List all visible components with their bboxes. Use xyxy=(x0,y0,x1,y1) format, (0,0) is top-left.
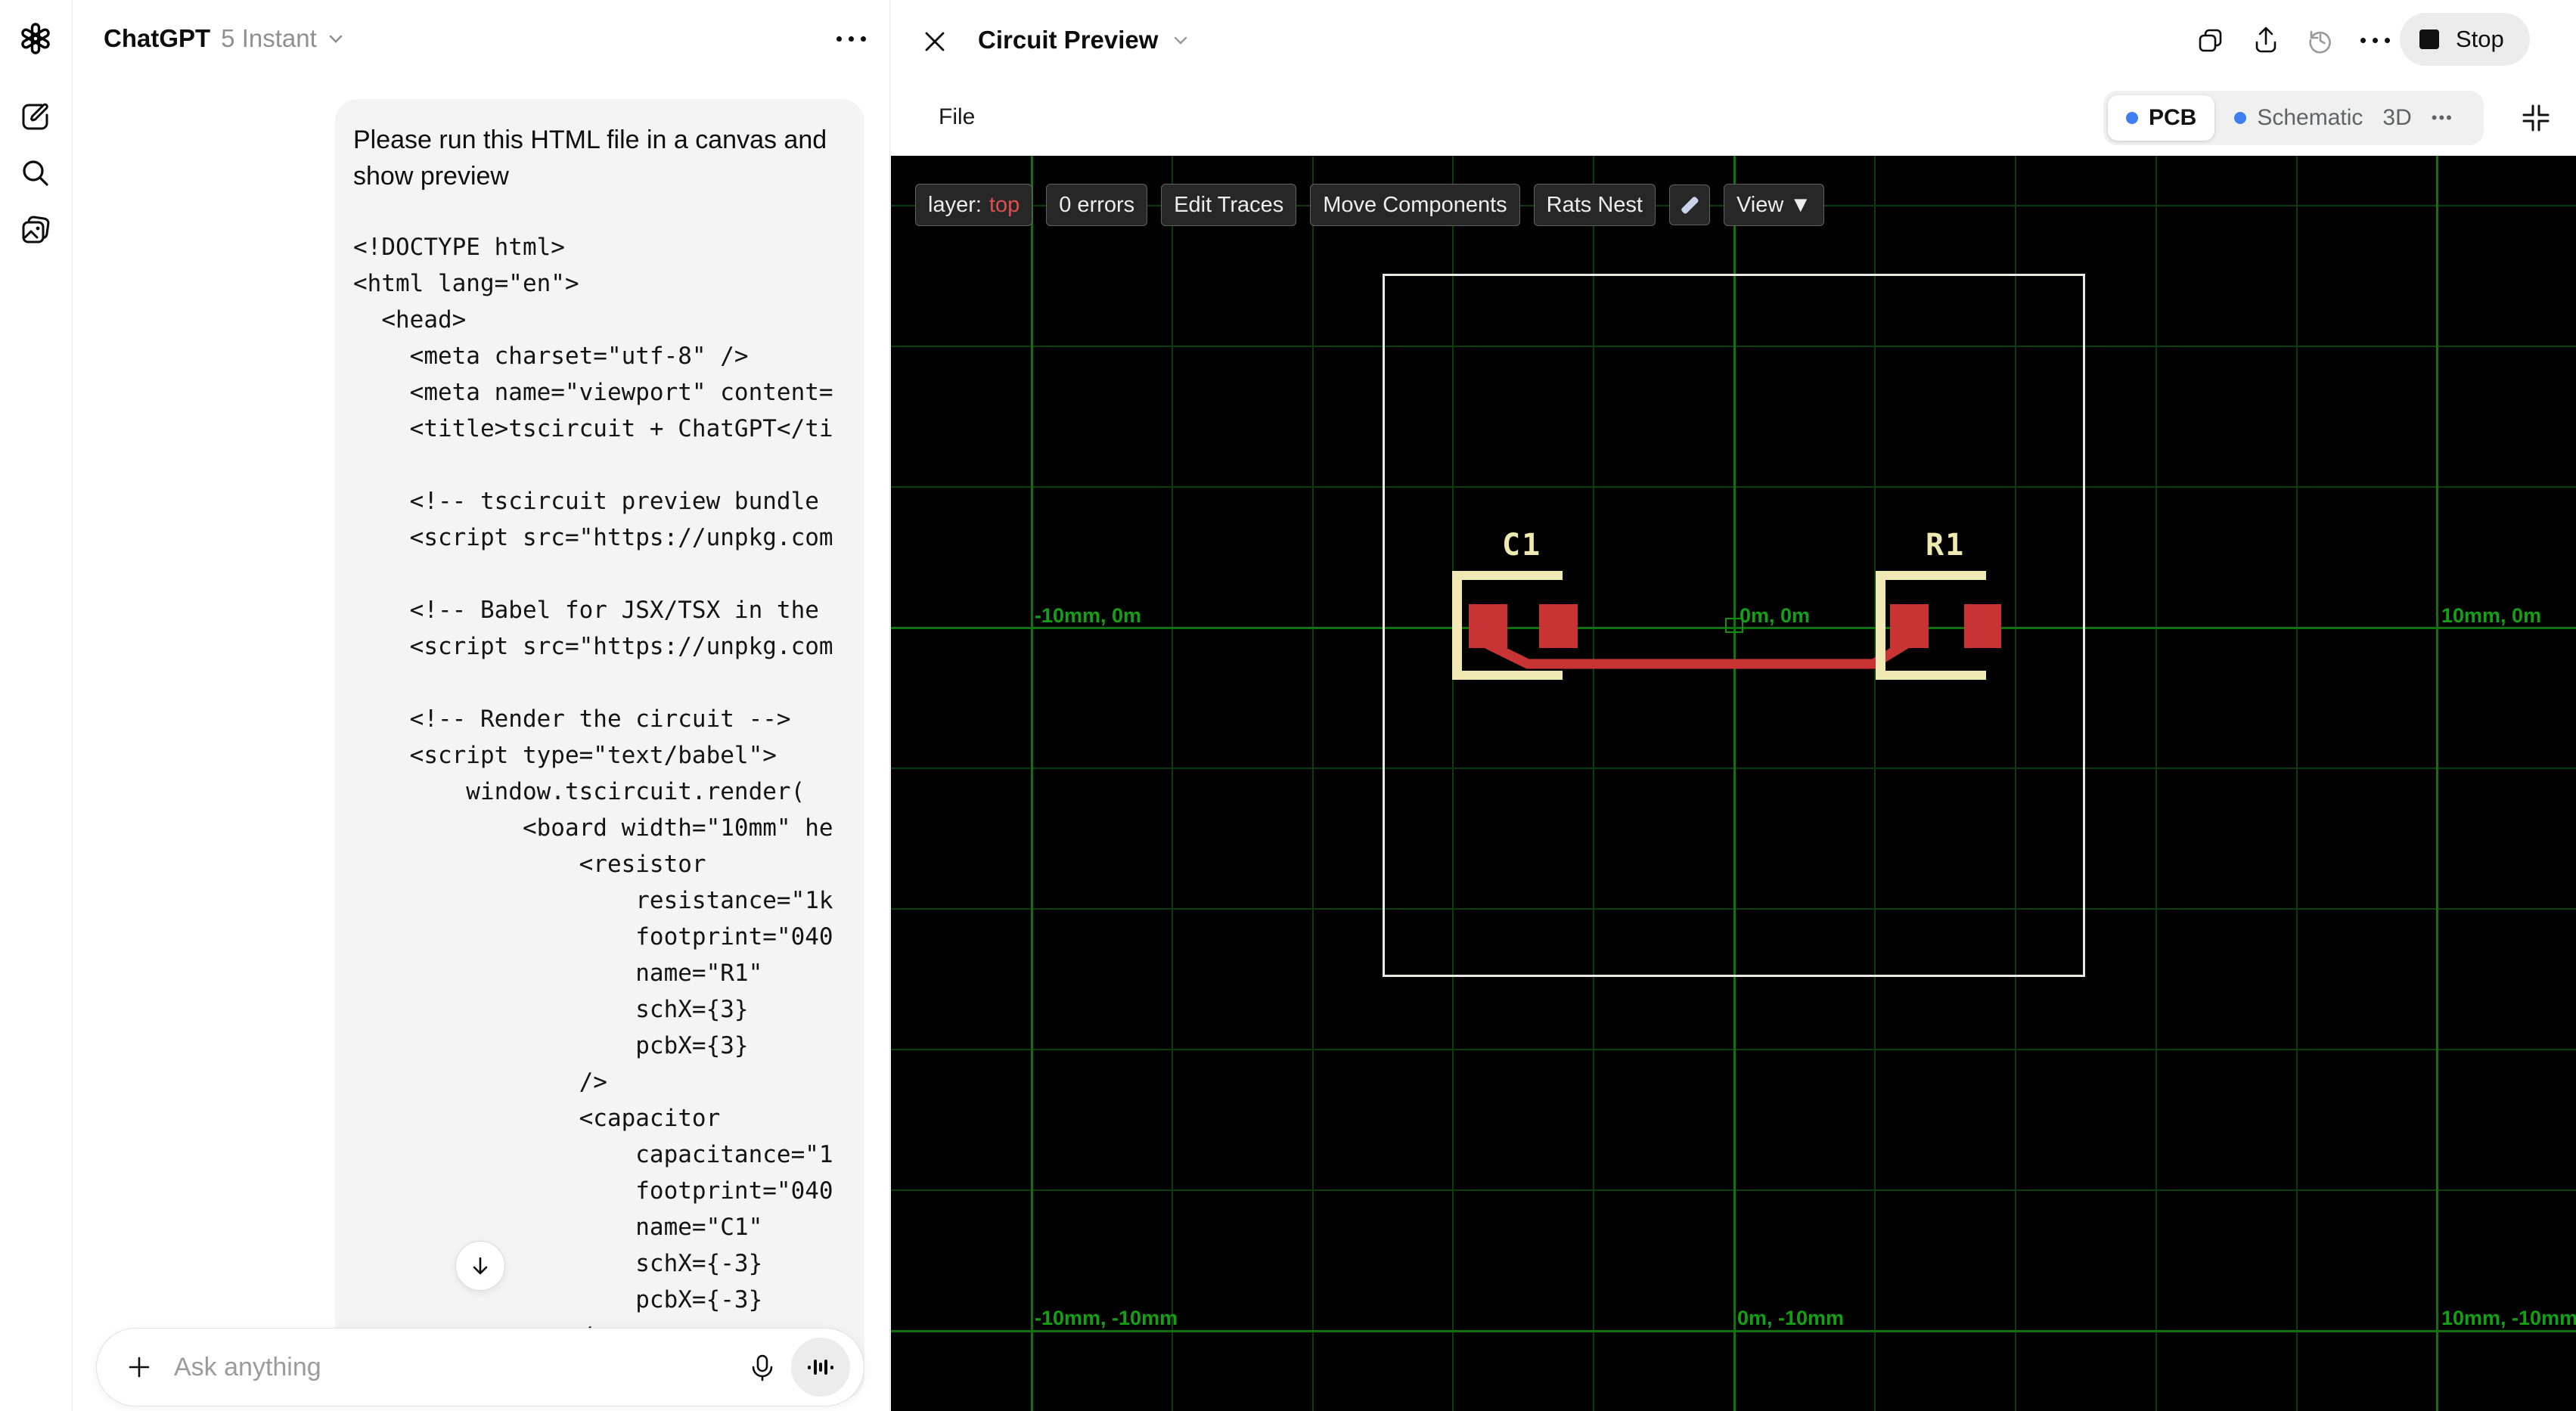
tab-3d[interactable]: 3D xyxy=(2382,105,2411,131)
scroll-to-bottom-button[interactable] xyxy=(455,1241,505,1291)
coord-label: 0m, 0m xyxy=(1740,604,1811,627)
search-icon[interactable] xyxy=(18,156,53,191)
stop-label: Stop xyxy=(2456,26,2504,52)
pcb-toolbar: layer: top 0 errors Edit Traces Move Com… xyxy=(915,184,1825,226)
arrow-down-icon xyxy=(469,1254,492,1277)
coord-label: -10mm, -10mm xyxy=(1035,1307,1178,1329)
r1-silkscreen xyxy=(1876,571,1885,680)
stop-button[interactable]: Stop xyxy=(2400,13,2530,66)
tab-schematic[interactable]: Schematic xyxy=(2234,105,2363,131)
errors-label: 0 errors xyxy=(1059,192,1135,217)
new-chat-icon[interactable] xyxy=(18,99,53,134)
app-window: ChatGPT 5 Instant Please run this HTML f… xyxy=(0,0,2576,1411)
code-block: <!DOCTYPE html> <html lang="en"> <head> … xyxy=(353,234,833,1350)
blue-dot-icon xyxy=(2234,112,2247,124)
copy-icon[interactable] xyxy=(2197,27,2224,54)
chat-options-menu[interactable] xyxy=(836,36,866,42)
voice-waveform-icon xyxy=(805,1351,836,1383)
c1-silkscreen xyxy=(1452,571,1563,580)
tab-more[interactable]: ••• xyxy=(2432,108,2453,128)
pcb-viewport[interactable]: C1 R1 -10mm, 0m 0m, 0m 10mm, 0m -10mm, -… xyxy=(891,156,2576,1411)
layer-value: top xyxy=(989,192,1020,217)
tab-more-label: ••• xyxy=(2431,108,2453,127)
layer-label: layer: xyxy=(928,192,982,217)
chat-panel: ChatGPT 5 Instant Please run this HTML f… xyxy=(73,0,889,1411)
errors-button[interactable]: 0 errors xyxy=(1046,184,1148,226)
move-components-label: Move Components xyxy=(1323,192,1507,217)
user-message-bubble: Please run this HTML file in a canvas an… xyxy=(335,99,864,1400)
voice-mode-button[interactable] xyxy=(791,1338,850,1397)
view-dropdown-button[interactable]: View ▼ xyxy=(1723,184,1825,226)
file-menu[interactable]: File xyxy=(939,104,975,130)
tab-schematic-label: Schematic xyxy=(2257,105,2363,130)
coord-label: 10mm, -10mm xyxy=(2441,1307,2576,1329)
rats-nest-button[interactable]: Rats Nest xyxy=(1533,184,1656,226)
user-message-text: Please run this HTML file in a canvas an… xyxy=(353,126,827,191)
coord-label: -10mm, 0m xyxy=(1035,604,1142,627)
history-icon[interactable] xyxy=(2306,26,2335,54)
openai-logo-icon xyxy=(18,21,53,56)
view-label: View ▼ xyxy=(1736,192,1812,217)
coord-label: 10mm, 0m xyxy=(2441,604,2542,627)
pcb-trace xyxy=(1482,619,1910,669)
view-tabbar: PCB Schematic 3D ••• xyxy=(2103,91,2484,145)
pencil-icon xyxy=(1678,194,1701,216)
chevron-down-icon xyxy=(326,29,346,48)
tab-3d-label: 3D xyxy=(2382,105,2412,130)
c1-pad[interactable] xyxy=(1469,604,1507,648)
app-title: ChatGPT xyxy=(104,24,211,52)
r1-silkscreen xyxy=(1876,671,1986,680)
collapse-fullscreen-icon[interactable] xyxy=(2521,103,2551,133)
sidebar xyxy=(0,0,73,1411)
move-components-button[interactable]: Move Components xyxy=(1310,184,1520,226)
stop-square-icon xyxy=(2419,29,2439,49)
tab-pcb[interactable]: PCB xyxy=(2108,95,2215,141)
library-images-icon[interactable] xyxy=(18,212,53,247)
canvas-title: Circuit Preview xyxy=(978,26,1159,54)
edit-traces-label: Edit Traces xyxy=(1174,192,1284,217)
c1-refdes: C1 xyxy=(1502,528,1542,563)
share-icon[interactable] xyxy=(2252,26,2280,54)
coord-label: 0m, -10mm xyxy=(1737,1307,1845,1329)
microphone-icon[interactable] xyxy=(747,1352,777,1382)
model-selector[interactable]: ChatGPT 5 Instant xyxy=(104,24,346,53)
model-name: 5 Instant xyxy=(221,24,317,52)
edit-traces-button[interactable]: Edit Traces xyxy=(1161,184,1297,226)
r1-pad[interactable] xyxy=(1964,604,2001,648)
composer xyxy=(96,1328,864,1406)
close-canvas-icon[interactable] xyxy=(922,29,948,54)
rats-nest-label: Rats Nest xyxy=(1546,192,1643,217)
r1-silkscreen xyxy=(1876,571,1986,580)
chat-input[interactable] xyxy=(172,1351,737,1383)
pencil-tool-button[interactable] xyxy=(1668,185,1710,225)
canvas-options-menu[interactable] xyxy=(2360,38,2390,43)
chevron-down-icon xyxy=(1172,31,1190,49)
r1-pad[interactable] xyxy=(1890,604,1929,648)
tab-pcb-label: PCB xyxy=(2149,105,2197,130)
plus-icon[interactable] xyxy=(126,1354,153,1381)
c1-pad[interactable] xyxy=(1539,604,1578,648)
blue-dot-icon xyxy=(2126,112,2138,124)
canvas-title-dropdown[interactable]: Circuit Preview xyxy=(978,26,1190,54)
c1-silkscreen xyxy=(1452,571,1462,680)
c1-silkscreen xyxy=(1452,671,1563,680)
layer-button[interactable]: layer: top xyxy=(915,184,1033,226)
r1-refdes: R1 xyxy=(1926,528,1966,563)
